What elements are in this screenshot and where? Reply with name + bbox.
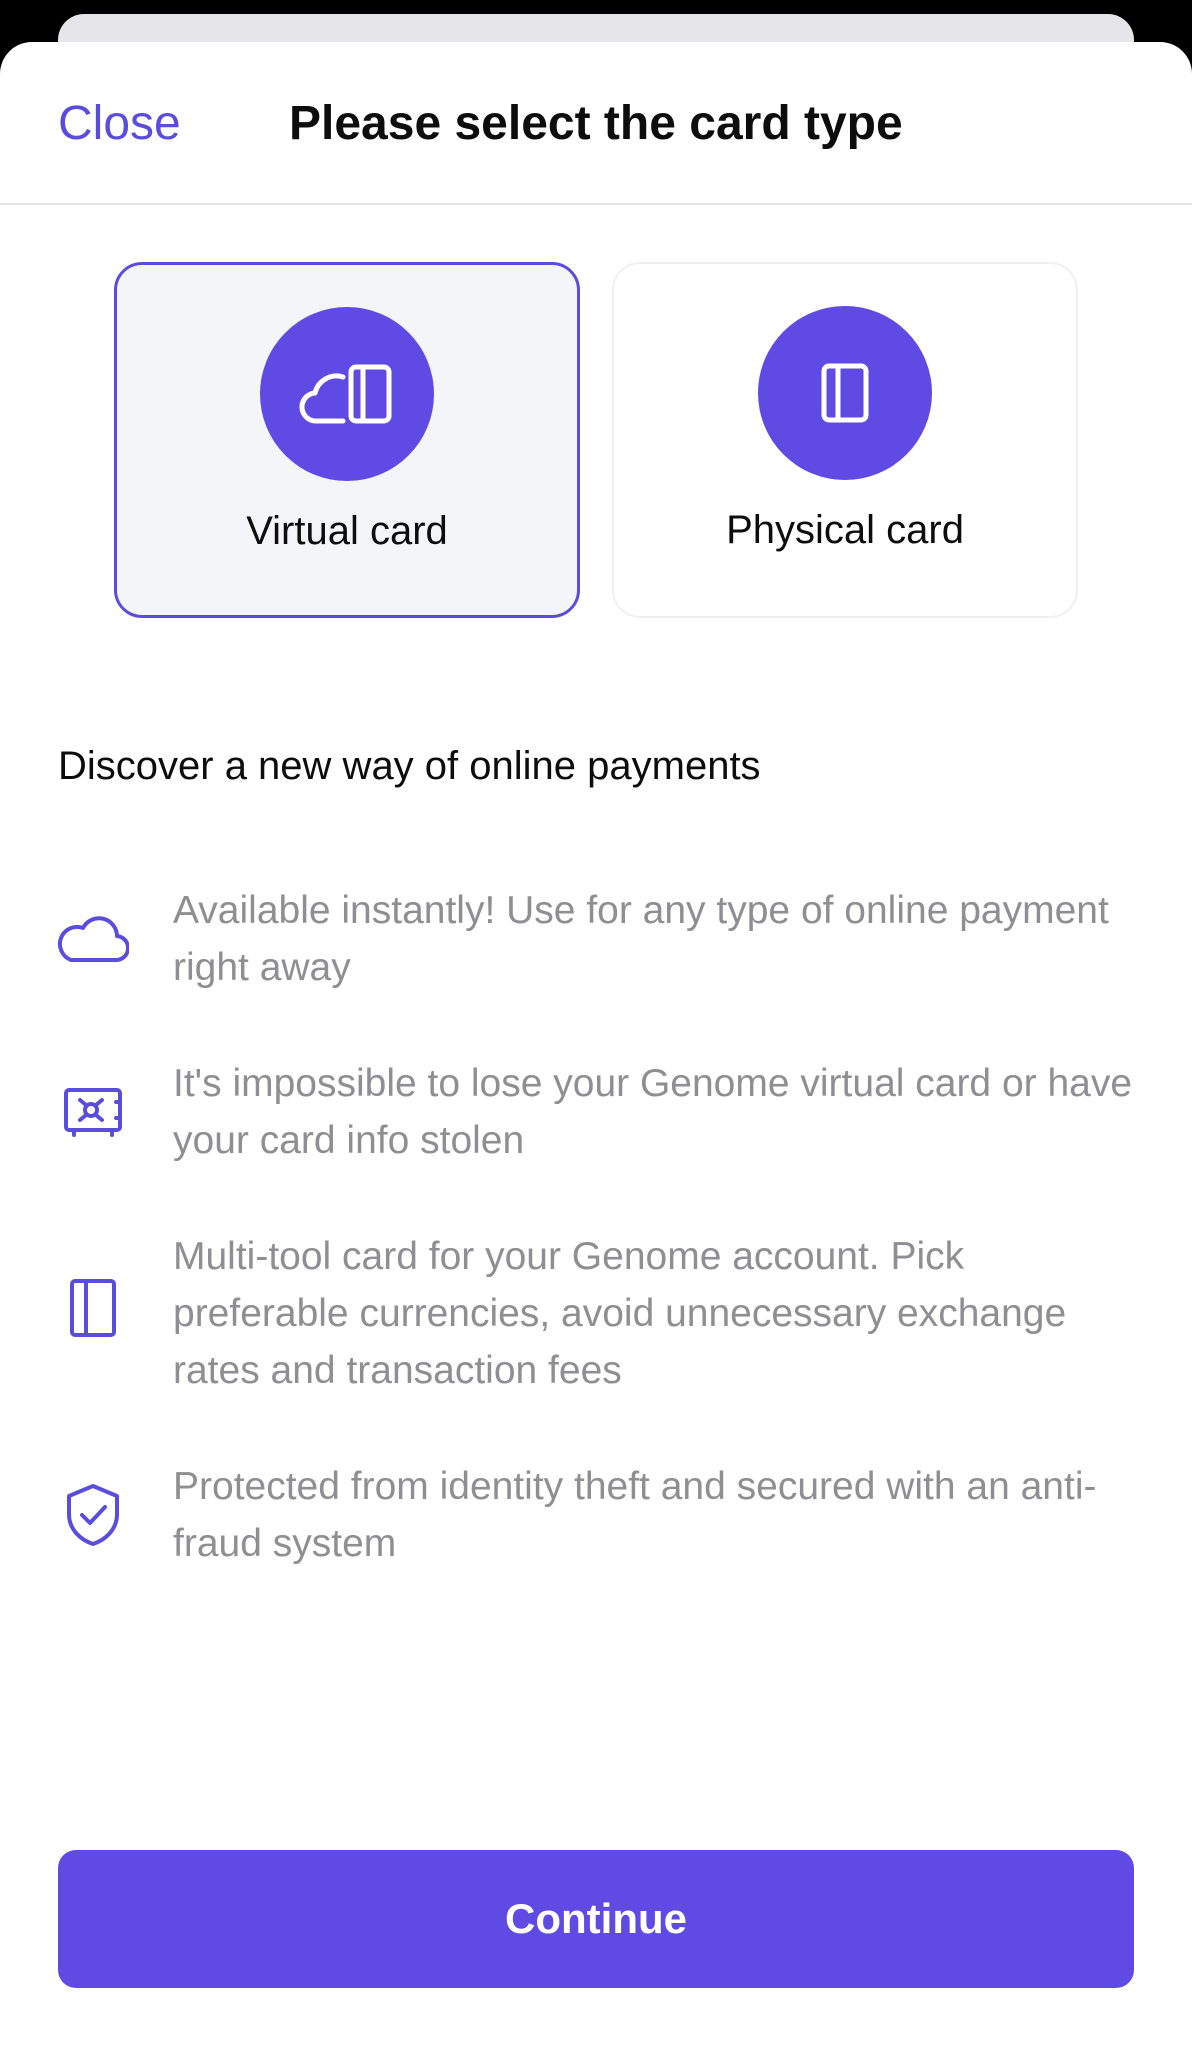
- page-title: Please select the card type: [289, 97, 903, 150]
- shield-check-icon: [56, 1478, 130, 1552]
- sheet-header: Close Please select the card type: [0, 42, 1192, 205]
- feature-text: Protected from identity theft and secure…: [173, 1465, 1097, 1565]
- section-heading: Discover a new way of online payments: [58, 744, 761, 788]
- continue-button[interactable]: Continue: [58, 1850, 1134, 1988]
- safe-icon: [56, 1075, 130, 1149]
- feature-text: Multi-tool card for your Genome account.…: [173, 1235, 1067, 1392]
- cloud-icon: [56, 902, 130, 976]
- physical-card-icon-circle: [758, 306, 932, 480]
- virtual-card-option[interactable]: Virtual card: [114, 262, 580, 618]
- physical-card-label: Physical card: [726, 508, 964, 552]
- close-button[interactable]: Close: [58, 96, 181, 152]
- card-type-sheet: Close Please select the card type Virtua…: [0, 42, 1192, 2048]
- virtual-card-icon-circle: [260, 307, 434, 481]
- cloud-card-icon: [299, 364, 392, 424]
- card-icon: [821, 363, 869, 423]
- physical-card-option[interactable]: Physical card: [612, 262, 1078, 618]
- virtual-card-label: Virtual card: [246, 509, 448, 553]
- feature-text: It's impossible to lose your Genome virt…: [173, 1062, 1133, 1162]
- feature-text: Available instantly! Use for any type of…: [173, 889, 1109, 989]
- card-icon: [56, 1271, 130, 1345]
